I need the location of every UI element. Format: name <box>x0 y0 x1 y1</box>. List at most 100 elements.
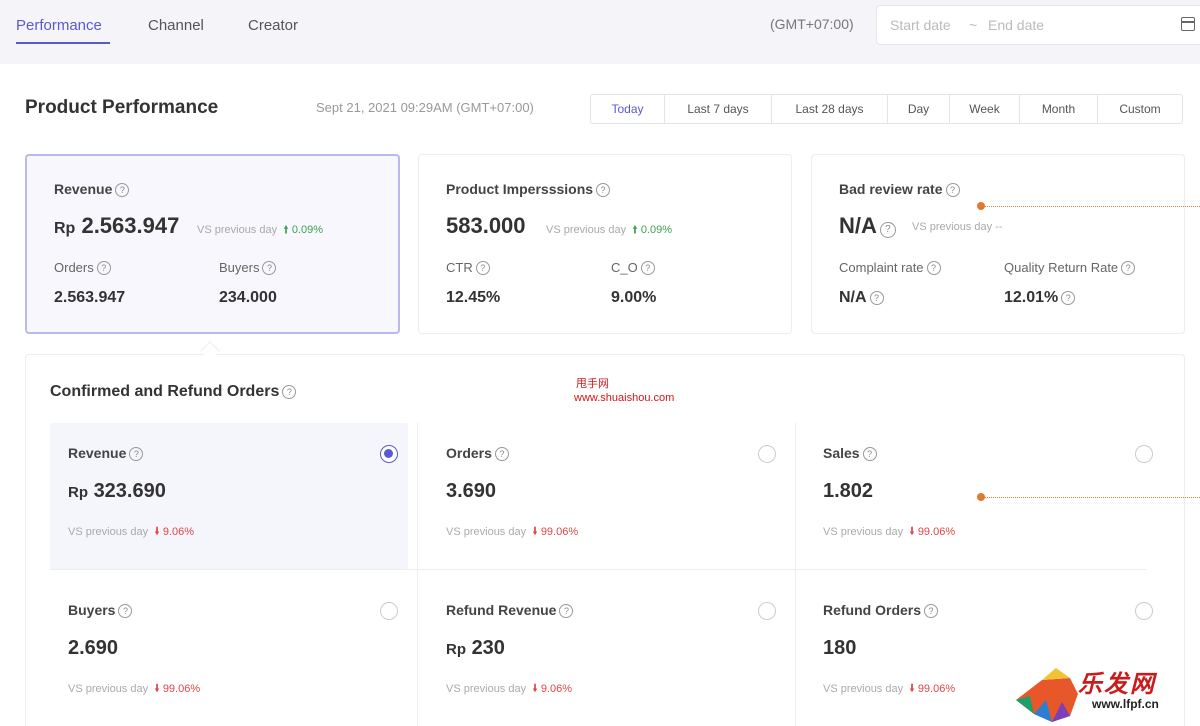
metric-comparison: VS previous day 🠛 99.06% <box>823 526 956 538</box>
confirmed-refund-section: Confirmed and Refund Orders? Revenue? Rp… <box>25 354 1185 726</box>
revenue-card[interactable]: Revenue? Rp 2.563.947 VS previous day 🠙 … <box>25 154 400 334</box>
help-icon[interactable]: ? <box>494 447 509 461</box>
metric-label: Refund Revenue? <box>446 602 574 618</box>
metric-orders[interactable]: Orders? 3.690 VS previous day 🠛 99.06% <box>428 423 786 569</box>
help-icon[interactable]: ? <box>945 183 960 197</box>
range-week-button[interactable]: Week <box>950 95 1020 123</box>
bad-review-card-comparison: VS previous day -- <box>912 221 1003 233</box>
impressions-card-label: Product Impersssions? <box>446 181 611 197</box>
metric-value: 1.802 <box>823 480 874 502</box>
range-today-button[interactable]: Today <box>591 95 665 123</box>
revenue-card-value: Rp 2.563.947 <box>54 213 180 238</box>
grid-divider <box>50 569 1146 570</box>
section-title: Confirmed and Refund Orders? <box>50 383 297 401</box>
co-value: 9.00% <box>611 289 657 306</box>
buyers-label: Buyers? <box>219 260 277 275</box>
revenue-card-label: Revenue? <box>54 181 130 197</box>
metric-value: 180 <box>823 637 857 659</box>
range-day-button[interactable]: Day <box>888 95 950 123</box>
metric-buyers[interactable]: Buyers? 2.690 VS previous day 🠛 99.06% <box>50 580 408 726</box>
watermark-text: 甩手网 <box>576 378 609 390</box>
help-icon[interactable]: ? <box>115 183 130 197</box>
metric-label: Buyers? <box>68 602 133 618</box>
help-icon[interactable]: ? <box>924 604 939 618</box>
orders-value: 2.563.947 <box>54 289 126 306</box>
metric-value: 2.690 <box>68 637 119 659</box>
start-date-input[interactable]: Start date <box>890 17 951 33</box>
ctr-value: 12.45% <box>446 289 501 306</box>
timezone-label: (GMT+07:00) <box>770 16 854 32</box>
range-last-7-days-button[interactable]: Last 7 days <box>665 95 772 123</box>
arrow-down-icon: 🠛 <box>909 683 915 695</box>
help-icon[interactable]: ? <box>282 385 297 399</box>
annotation-line <box>985 497 1200 498</box>
metric-value: Rp 230 <box>446 637 505 659</box>
arrow-down-icon: 🠛 <box>532 526 538 538</box>
bad-review-card[interactable]: Bad review rate? N/A? VS previous day --… <box>811 154 1185 334</box>
help-icon[interactable]: ? <box>596 183 611 197</box>
help-icon[interactable]: ? <box>129 447 144 461</box>
annotation-dot <box>977 493 985 501</box>
help-icon[interactable]: ? <box>862 447 877 461</box>
help-icon[interactable]: ? <box>96 261 111 275</box>
metric-radio[interactable] <box>758 602 776 620</box>
annotation-dot <box>977 202 985 210</box>
metric-radio[interactable] <box>380 445 398 463</box>
buyers-value: 234.000 <box>219 289 277 306</box>
quality-return-rate-value: 12.01%? <box>1004 289 1076 307</box>
help-icon[interactable]: ? <box>640 261 655 275</box>
time-range-selector: Today Last 7 days Last 28 days Day Week … <box>590 94 1183 124</box>
metric-comparison: VS previous day 🠛 99.06% <box>68 683 201 695</box>
bad-review-card-label: Bad review rate? <box>839 181 960 197</box>
metric-comparison: VS previous day 🠛 9.06% <box>68 526 195 538</box>
top-nav: Performance Channel Creator (GMT+07:00) … <box>0 0 1200 64</box>
metric-label: Refund Orders? <box>823 602 939 618</box>
metric-comparison: VS previous day 🠛 99.06% <box>446 526 579 538</box>
impressions-card-comparison: VS previous day 🠙 0.09% <box>546 224 673 236</box>
help-icon[interactable]: ? <box>1061 291 1076 305</box>
orders-label: Orders? <box>54 260 111 275</box>
date-range-picker[interactable]: Start date ~ End date <box>876 5 1200 45</box>
help-icon[interactable]: ? <box>118 604 133 618</box>
metric-radio[interactable] <box>1135 445 1153 463</box>
grid-divider <box>795 423 796 726</box>
metric-radio[interactable] <box>1135 602 1153 620</box>
metric-revenue[interactable]: Revenue? Rp 323.690 VS previous day 🠛 9.… <box>50 423 408 569</box>
arrow-up-icon: 🠙 <box>283 224 289 236</box>
metric-radio[interactable] <box>758 445 776 463</box>
metric-radio[interactable] <box>380 602 398 620</box>
tab-creator[interactable]: Creator <box>248 17 298 34</box>
page-title: Product Performance <box>25 97 219 118</box>
active-tab-indicator <box>16 42 110 44</box>
data-timestamp: Sept 21, 2021 09:29AM (GMT+07:00) <box>316 100 534 115</box>
tab-performance[interactable]: Performance <box>16 17 102 34</box>
arrow-up-icon: 🠙 <box>632 224 638 236</box>
help-icon[interactable]: ? <box>1121 261 1136 275</box>
help-icon[interactable]: ? <box>475 261 490 275</box>
range-custom-button[interactable]: Custom <box>1098 95 1182 123</box>
help-icon[interactable]: ? <box>559 604 574 618</box>
end-date-input[interactable]: End date <box>988 17 1044 33</box>
help-icon[interactable]: ? <box>926 261 941 275</box>
complaint-rate-label: Complaint rate? <box>839 260 941 275</box>
tab-channel[interactable]: Channel <box>148 17 204 34</box>
annotation-line <box>985 206 1200 207</box>
impressions-card[interactable]: Product Impersssions? 583.000 VS previou… <box>418 154 792 334</box>
date-separator: ~ <box>969 17 978 33</box>
calendar-icon[interactable] <box>1181 17 1195 31</box>
logo-title: 乐发网 <box>1078 669 1156 698</box>
arrow-down-icon: 🠛 <box>909 526 915 538</box>
metric-label: Revenue? <box>68 445 144 461</box>
range-month-button[interactable]: Month <box>1020 95 1098 123</box>
metric-comparison: VS previous day 🠛 99.06% <box>823 683 956 695</box>
logo-url: www.lfpf.cn <box>1092 697 1159 711</box>
bad-review-card-value: N/A? <box>839 213 896 239</box>
help-icon[interactable]: ? <box>879 222 896 238</box>
arrow-down-icon: 🠛 <box>532 683 538 695</box>
metric-refund-revenue[interactable]: Refund Revenue? Rp 230 VS previous day 🠛… <box>428 580 786 726</box>
metric-label: Sales? <box>823 445 877 461</box>
grid-divider <box>417 423 418 726</box>
help-icon[interactable]: ? <box>869 291 884 305</box>
help-icon[interactable]: ? <box>262 261 277 275</box>
range-last-28-days-button[interactable]: Last 28 days <box>772 95 888 123</box>
